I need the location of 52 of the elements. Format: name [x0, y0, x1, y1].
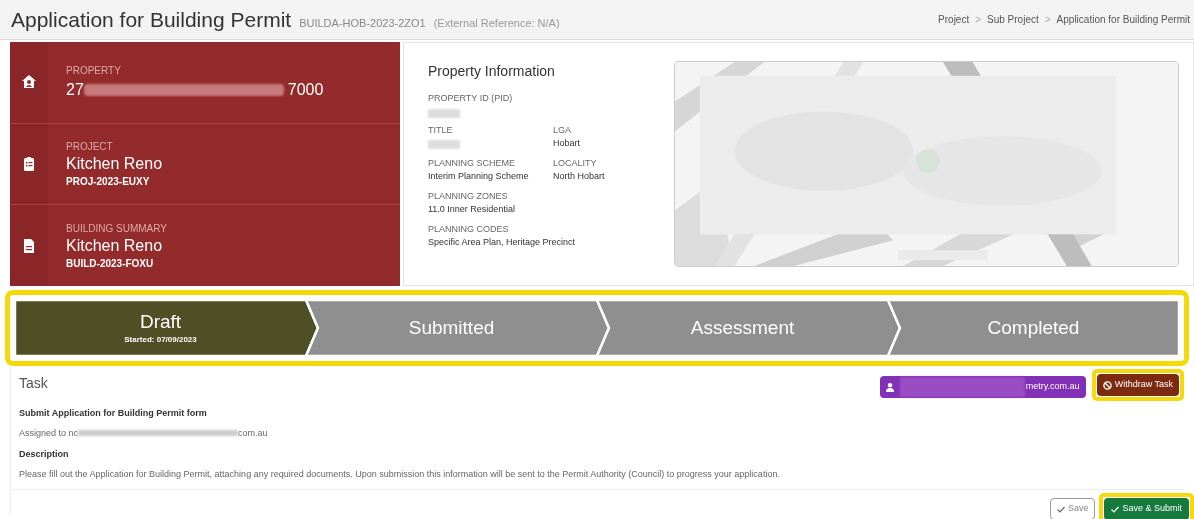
breadcrumb-separator: >	[975, 13, 982, 27]
field-label: PLANNING CODES	[428, 222, 510, 236]
assigned-text: com.au	[238, 426, 268, 440]
check-icon	[1111, 505, 1120, 513]
breadcrumb-link[interactable]: Application for Building Permit	[1056, 12, 1190, 27]
stage-label: Submitted	[408, 316, 495, 340]
assigned-text: Assigned to nc	[19, 426, 79, 440]
field-label: LGA	[553, 123, 572, 137]
section-heading: Task	[19, 374, 48, 393]
stage-label: Draft	[139, 310, 182, 334]
field-label: TITLE	[428, 123, 454, 137]
check-icon	[1056, 505, 1065, 513]
breadcrumb-link[interactable]: Project	[938, 12, 970, 27]
breadcrumb-link[interactable]: Sub Project	[987, 12, 1039, 27]
stage-label: Assessment	[690, 316, 795, 340]
stage-date: Started: 07/09/2023	[124, 333, 197, 346]
description-text: Please fill out the Application for Building Permit, attaching any required documents. Upon submission this information will be sent to the Permit Authority (Council) to progress your application.	[19, 467, 781, 481]
page-title: Application for Building Permit	[11, 6, 292, 33]
field-label: LOCALITY	[553, 156, 598, 170]
withdraw-button[interactable]: Withdraw Task	[1096, 374, 1179, 396]
user-icon	[885, 382, 894, 392]
summary-value: Kitchen Reno	[66, 154, 163, 174]
document-icon	[21, 237, 37, 254]
external-reference: (External Reference: N/A)	[433, 15, 560, 31]
summary-code: BUILD-2023-FOXU	[66, 256, 155, 271]
summary-value: Kitchen Reno	[66, 235, 164, 256]
description-heading: Description	[19, 448, 70, 461]
email-text: metry.com.au	[1025, 380, 1080, 394]
field-value: Specific Area Plan, Heritage Precinct	[428, 236, 577, 249]
house-user-icon	[21, 74, 37, 91]
ban-icon	[1102, 380, 1112, 390]
stage-label: Completed	[987, 316, 1080, 340]
submit-button[interactable]: Save & Submit	[1104, 498, 1189, 519]
save-button[interactable]: Save	[1049, 498, 1096, 519]
field-value: North Hobart	[553, 170, 606, 183]
clipboard-list-icon	[21, 156, 37, 172]
summary-label: PROJECT	[66, 140, 114, 154]
field-label: PLANNING ZONES	[428, 189, 509, 203]
card-title: Property Information	[428, 62, 556, 81]
field-value: Hobart	[553, 137, 581, 150]
field-label: PLANNING SCHEME	[428, 156, 517, 170]
task-title: Submit Application for Building Permit form	[19, 407, 208, 420]
breadcrumb-separator: >	[1044, 13, 1051, 27]
summary-label: BUILDING SUMMARY	[66, 221, 167, 236]
summary-label: PROPERTY	[66, 63, 122, 78]
field-label: PROPERTY ID (PID)	[428, 92, 514, 105]
field-value: 11.0 Inner Residential	[428, 203, 516, 216]
summary-code: PROJ-2023-EUXY	[66, 175, 151, 189]
address-text: 27	[66, 79, 84, 100]
postcode-text: 7000	[287, 79, 324, 100]
field-value: Interim Planning Scheme	[428, 170, 530, 183]
reference-code: BUILDA-HOB-2023-2ZO1	[299, 15, 426, 31]
